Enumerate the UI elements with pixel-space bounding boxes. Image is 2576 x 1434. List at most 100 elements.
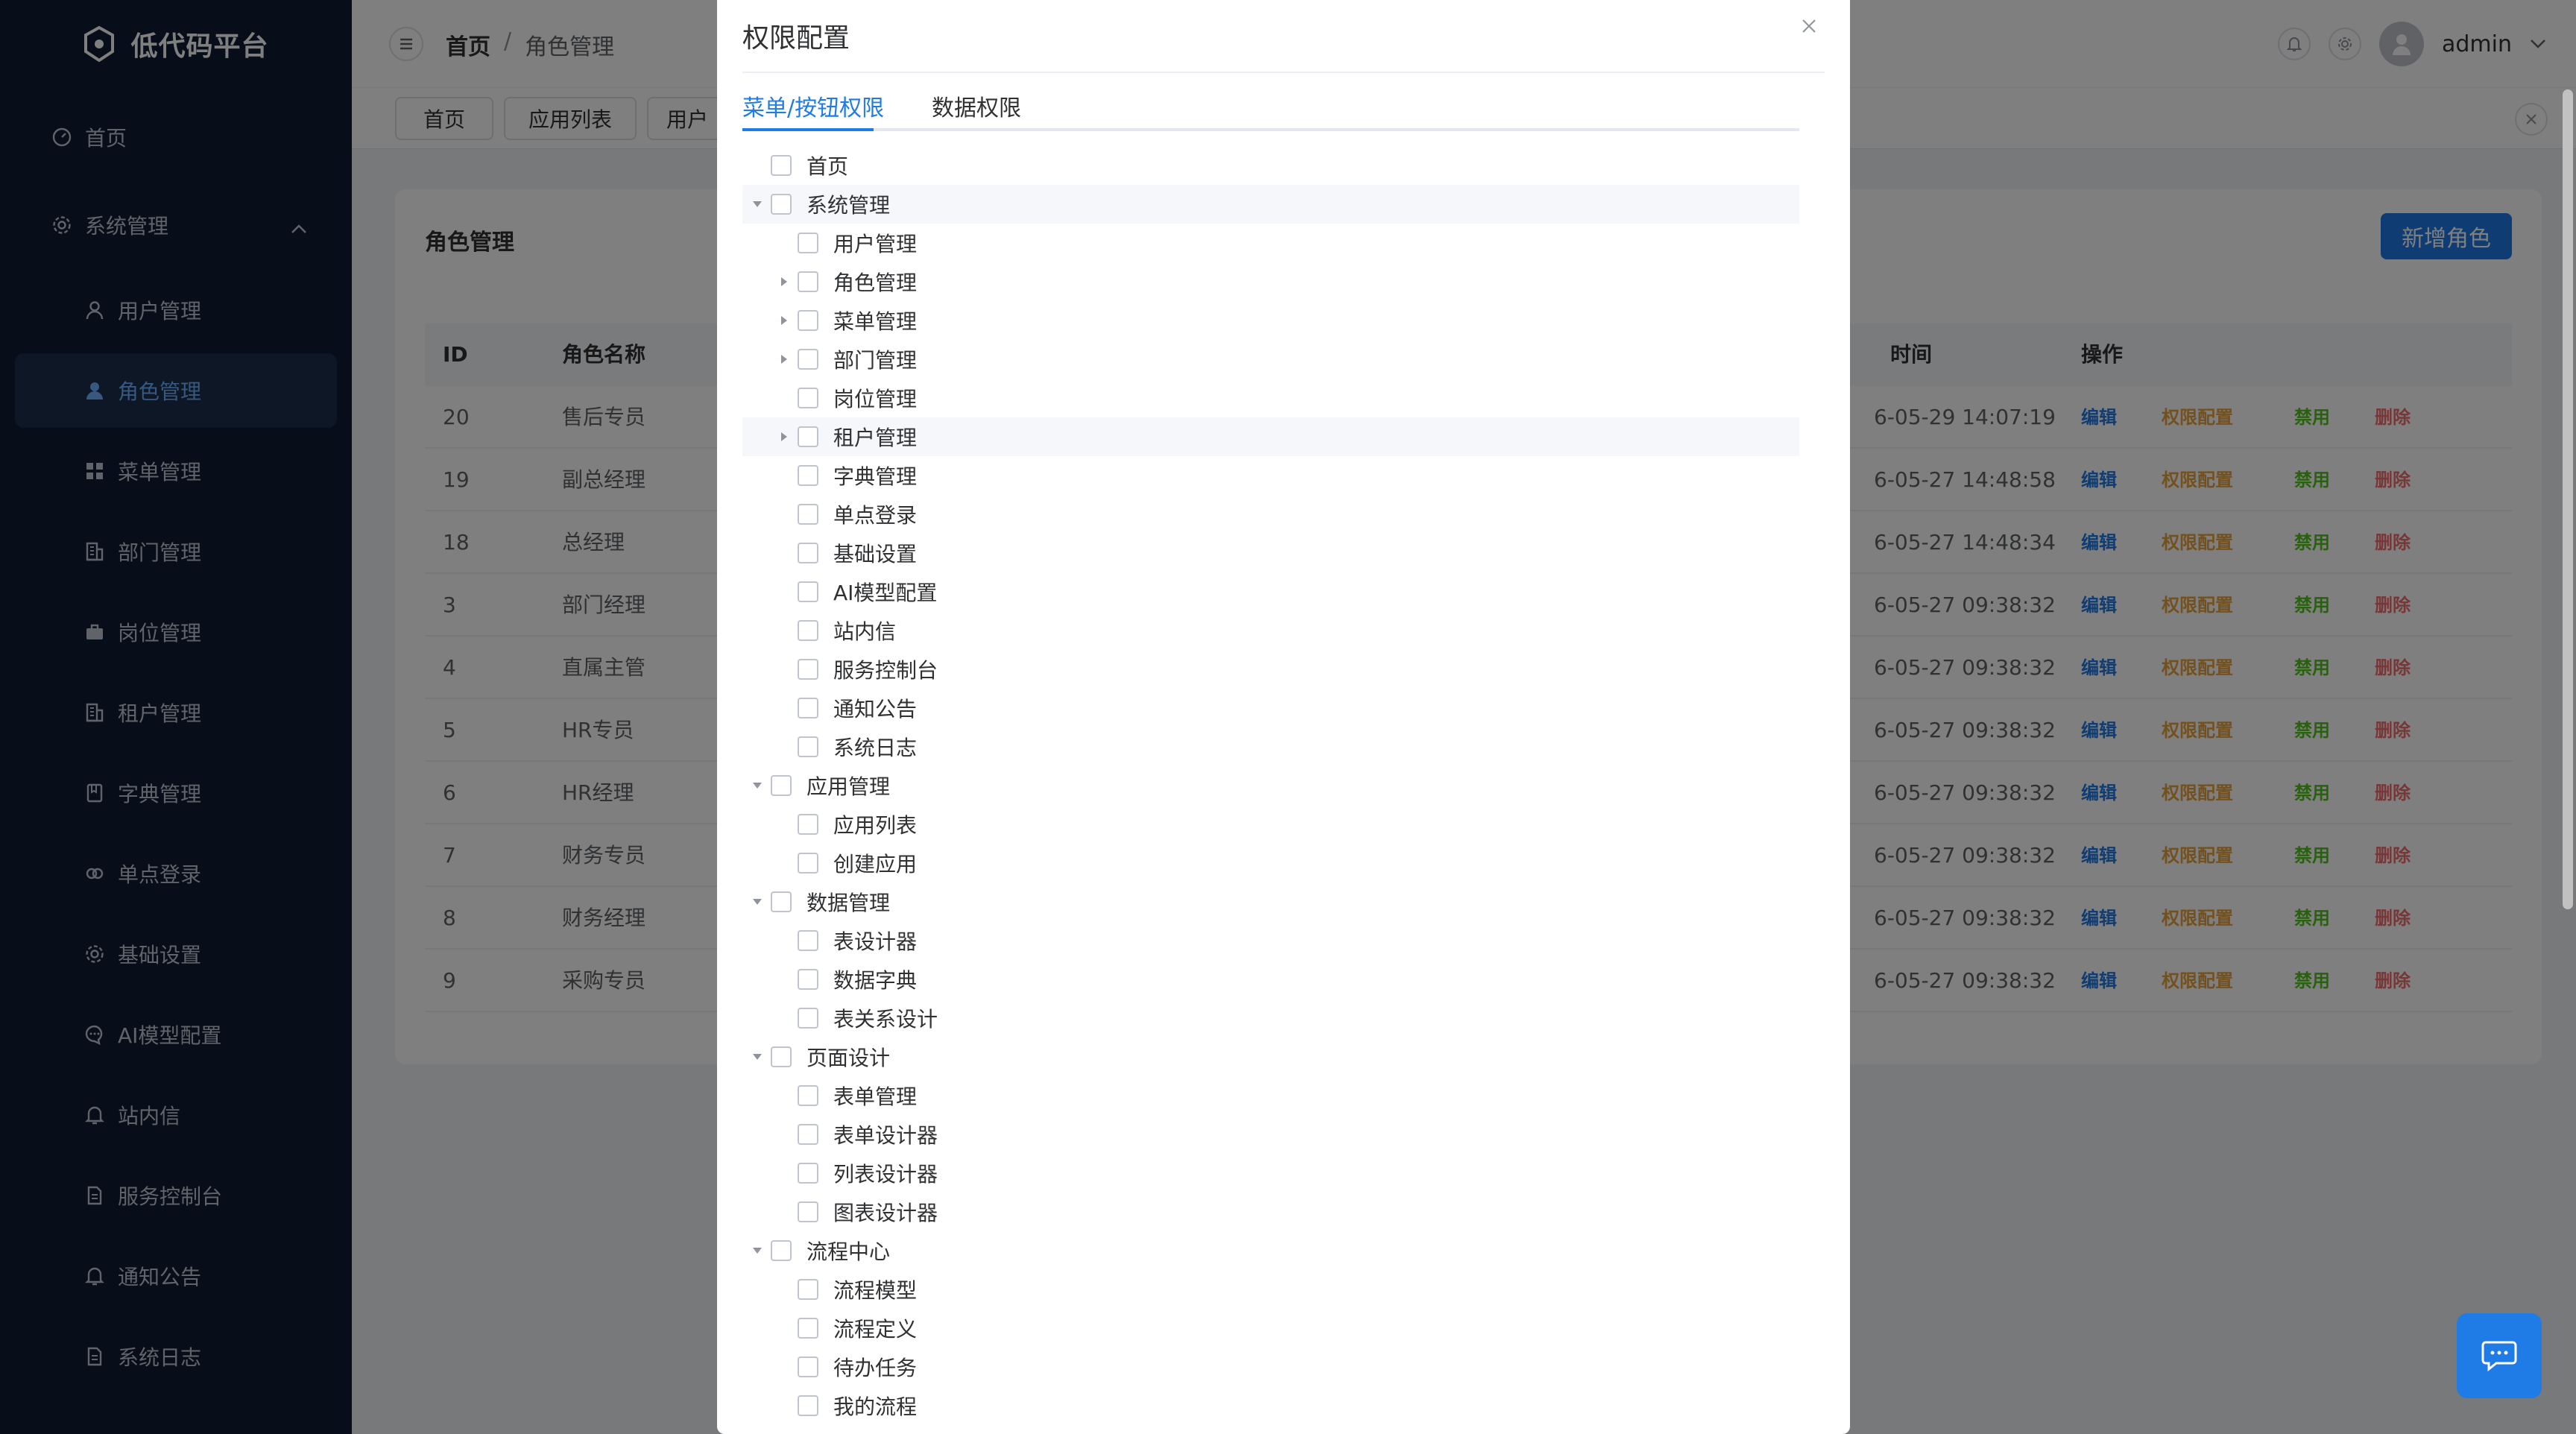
tree-checkbox[interactable] <box>771 155 792 176</box>
tree-checkbox[interactable] <box>798 853 818 874</box>
app-root: 低代码平台 首页系统管理用户管理角色管理菜单管理部门管理岗位管理租户管理字典管理… <box>0 0 2576 1434</box>
caret-right-icon[interactable] <box>771 301 798 340</box>
tree-node[interactable]: 表设计器 <box>742 921 1799 960</box>
tree-node[interactable]: 数据字典 <box>742 960 1799 999</box>
tree-node[interactable]: 应用列表 <box>742 805 1799 844</box>
tree-checkbox[interactable] <box>798 930 818 951</box>
tree-checkbox[interactable] <box>798 659 818 680</box>
tree-checkbox[interactable] <box>771 1240 792 1261</box>
tree-checkbox[interactable] <box>798 814 818 835</box>
close-icon <box>1802 19 1816 33</box>
tree-node[interactable]: 流程定义 <box>742 1309 1799 1348</box>
caret-right-icon[interactable] <box>771 417 798 456</box>
caret-down-icon[interactable] <box>744 1037 771 1076</box>
tree-checkbox[interactable] <box>798 310 818 331</box>
tree-node-label: 系统日志 <box>833 736 918 760</box>
tree-checkbox[interactable] <box>798 388 818 408</box>
tree-node[interactable]: 数据管理 <box>742 882 1799 921</box>
tree-checkbox[interactable] <box>798 1008 818 1029</box>
tree-node[interactable]: 待办任务 <box>742 1348 1799 1386</box>
tree-checkbox[interactable] <box>798 426 818 447</box>
tree-checkbox[interactable] <box>798 543 818 563</box>
tree-checkbox[interactable] <box>798 969 818 990</box>
tree-node[interactable]: 菜单管理 <box>742 301 1799 340</box>
tree-node[interactable]: 字典管理 <box>742 456 1799 495</box>
tree-checkbox[interactable] <box>798 271 818 292</box>
tree-node[interactable]: 流程模型 <box>742 1270 1799 1309</box>
tree-node-label: 菜单管理 <box>833 309 918 334</box>
caret-down-icon[interactable] <box>744 882 771 921</box>
caret-right-icon[interactable] <box>771 340 798 379</box>
tree-node-label: 部门管理 <box>833 348 918 373</box>
tree-node[interactable]: 我的流程 <box>742 1386 1799 1425</box>
tree-node[interactable]: 表关系设计 <box>742 999 1799 1037</box>
tree-node[interactable]: 系统日志 <box>742 727 1799 766</box>
tree-checkbox[interactable] <box>798 1395 818 1416</box>
caret-down-icon[interactable] <box>744 766 771 805</box>
tree-checkbox[interactable] <box>771 194 792 215</box>
page-scrollbar[interactable] <box>2563 89 2573 909</box>
tree-node[interactable]: 系统管理 <box>742 185 1799 224</box>
tree-checkbox[interactable] <box>798 698 818 718</box>
tree-checkbox[interactable] <box>798 349 818 370</box>
caret-right-icon[interactable] <box>771 262 798 301</box>
tree-node[interactable]: 站内信 <box>742 611 1799 650</box>
tree-node[interactable]: 基础设置 <box>742 534 1799 572</box>
tree-node[interactable]: 应用管理 <box>742 766 1799 805</box>
tree-node[interactable]: 流程中心 <box>742 1231 1799 1270</box>
tree-checkbox[interactable] <box>798 1085 818 1106</box>
tree-node[interactable]: 首页 <box>742 146 1799 185</box>
tree-node-label: 单点登录 <box>833 503 918 528</box>
tree-node[interactable]: 部门管理 <box>742 340 1799 379</box>
tree-checkbox[interactable] <box>798 504 818 525</box>
tree-node[interactable]: 单点登录 <box>742 495 1799 534</box>
tree-checkbox[interactable] <box>771 775 792 796</box>
tree-checkbox[interactable] <box>798 1356 818 1377</box>
tree-node[interactable]: 用户管理 <box>742 224 1799 262</box>
tree-node-label: 岗位管理 <box>833 387 918 411</box>
tree-node[interactable]: 图表设计器 <box>742 1193 1799 1231</box>
tree-node[interactable]: 表单设计器 <box>742 1115 1799 1154</box>
tree-node-label: 页面设计 <box>806 1046 891 1070</box>
tree-node[interactable]: AI模型配置 <box>742 572 1799 611</box>
caret-down-icon[interactable] <box>744 185 771 224</box>
tree-checkbox[interactable] <box>798 465 818 486</box>
tree-checkbox[interactable] <box>798 1124 818 1145</box>
tree-node[interactable]: 租户管理 <box>742 417 1799 456</box>
tree-checkbox[interactable] <box>798 736 818 757</box>
tree-node-label: 流程定义 <box>833 1317 918 1342</box>
tree-node[interactable]: 服务控制台 <box>742 650 1799 689</box>
tree-checkbox[interactable] <box>771 1046 792 1067</box>
tree-checkbox[interactable] <box>798 233 818 253</box>
chat-assistant-button[interactable] <box>2457 1313 2542 1398</box>
caret-down-icon[interactable] <box>744 1231 771 1270</box>
tree-checkbox[interactable] <box>798 1279 818 1300</box>
tree-checkbox[interactable] <box>798 620 818 641</box>
tree-node[interactable]: 表单管理 <box>742 1076 1799 1115</box>
tree-checkbox[interactable] <box>771 891 792 912</box>
tree-node[interactable]: 通知公告 <box>742 689 1799 727</box>
tree-node-label: 基础设置 <box>833 542 918 566</box>
tree-checkbox[interactable] <box>798 1201 818 1222</box>
dialog-close-button[interactable] <box>1798 15 1820 37</box>
tree-node[interactable]: 创建应用 <box>742 844 1799 882</box>
tree-checkbox[interactable] <box>798 1318 818 1339</box>
tree-node[interactable]: 页面设计 <box>742 1037 1799 1076</box>
tree-node-label: 表单管理 <box>833 1084 918 1109</box>
tree-node-label: 数据管理 <box>806 891 891 915</box>
tab-menu-permissions[interactable]: 菜单/按钮权限 <box>742 89 884 122</box>
tree-node-label: 应用管理 <box>806 774 891 799</box>
tree-node[interactable]: 角色管理 <box>742 262 1799 301</box>
tree-node-label: 表单设计器 <box>833 1123 938 1148</box>
tree-node[interactable]: 岗位管理 <box>742 379 1799 417</box>
tree-checkbox[interactable] <box>798 1163 818 1184</box>
tree-node[interactable]: 列表设计器 <box>742 1154 1799 1193</box>
tab-data-permissions[interactable]: 数据权限 <box>932 89 1021 122</box>
tree-checkbox[interactable] <box>798 581 818 602</box>
